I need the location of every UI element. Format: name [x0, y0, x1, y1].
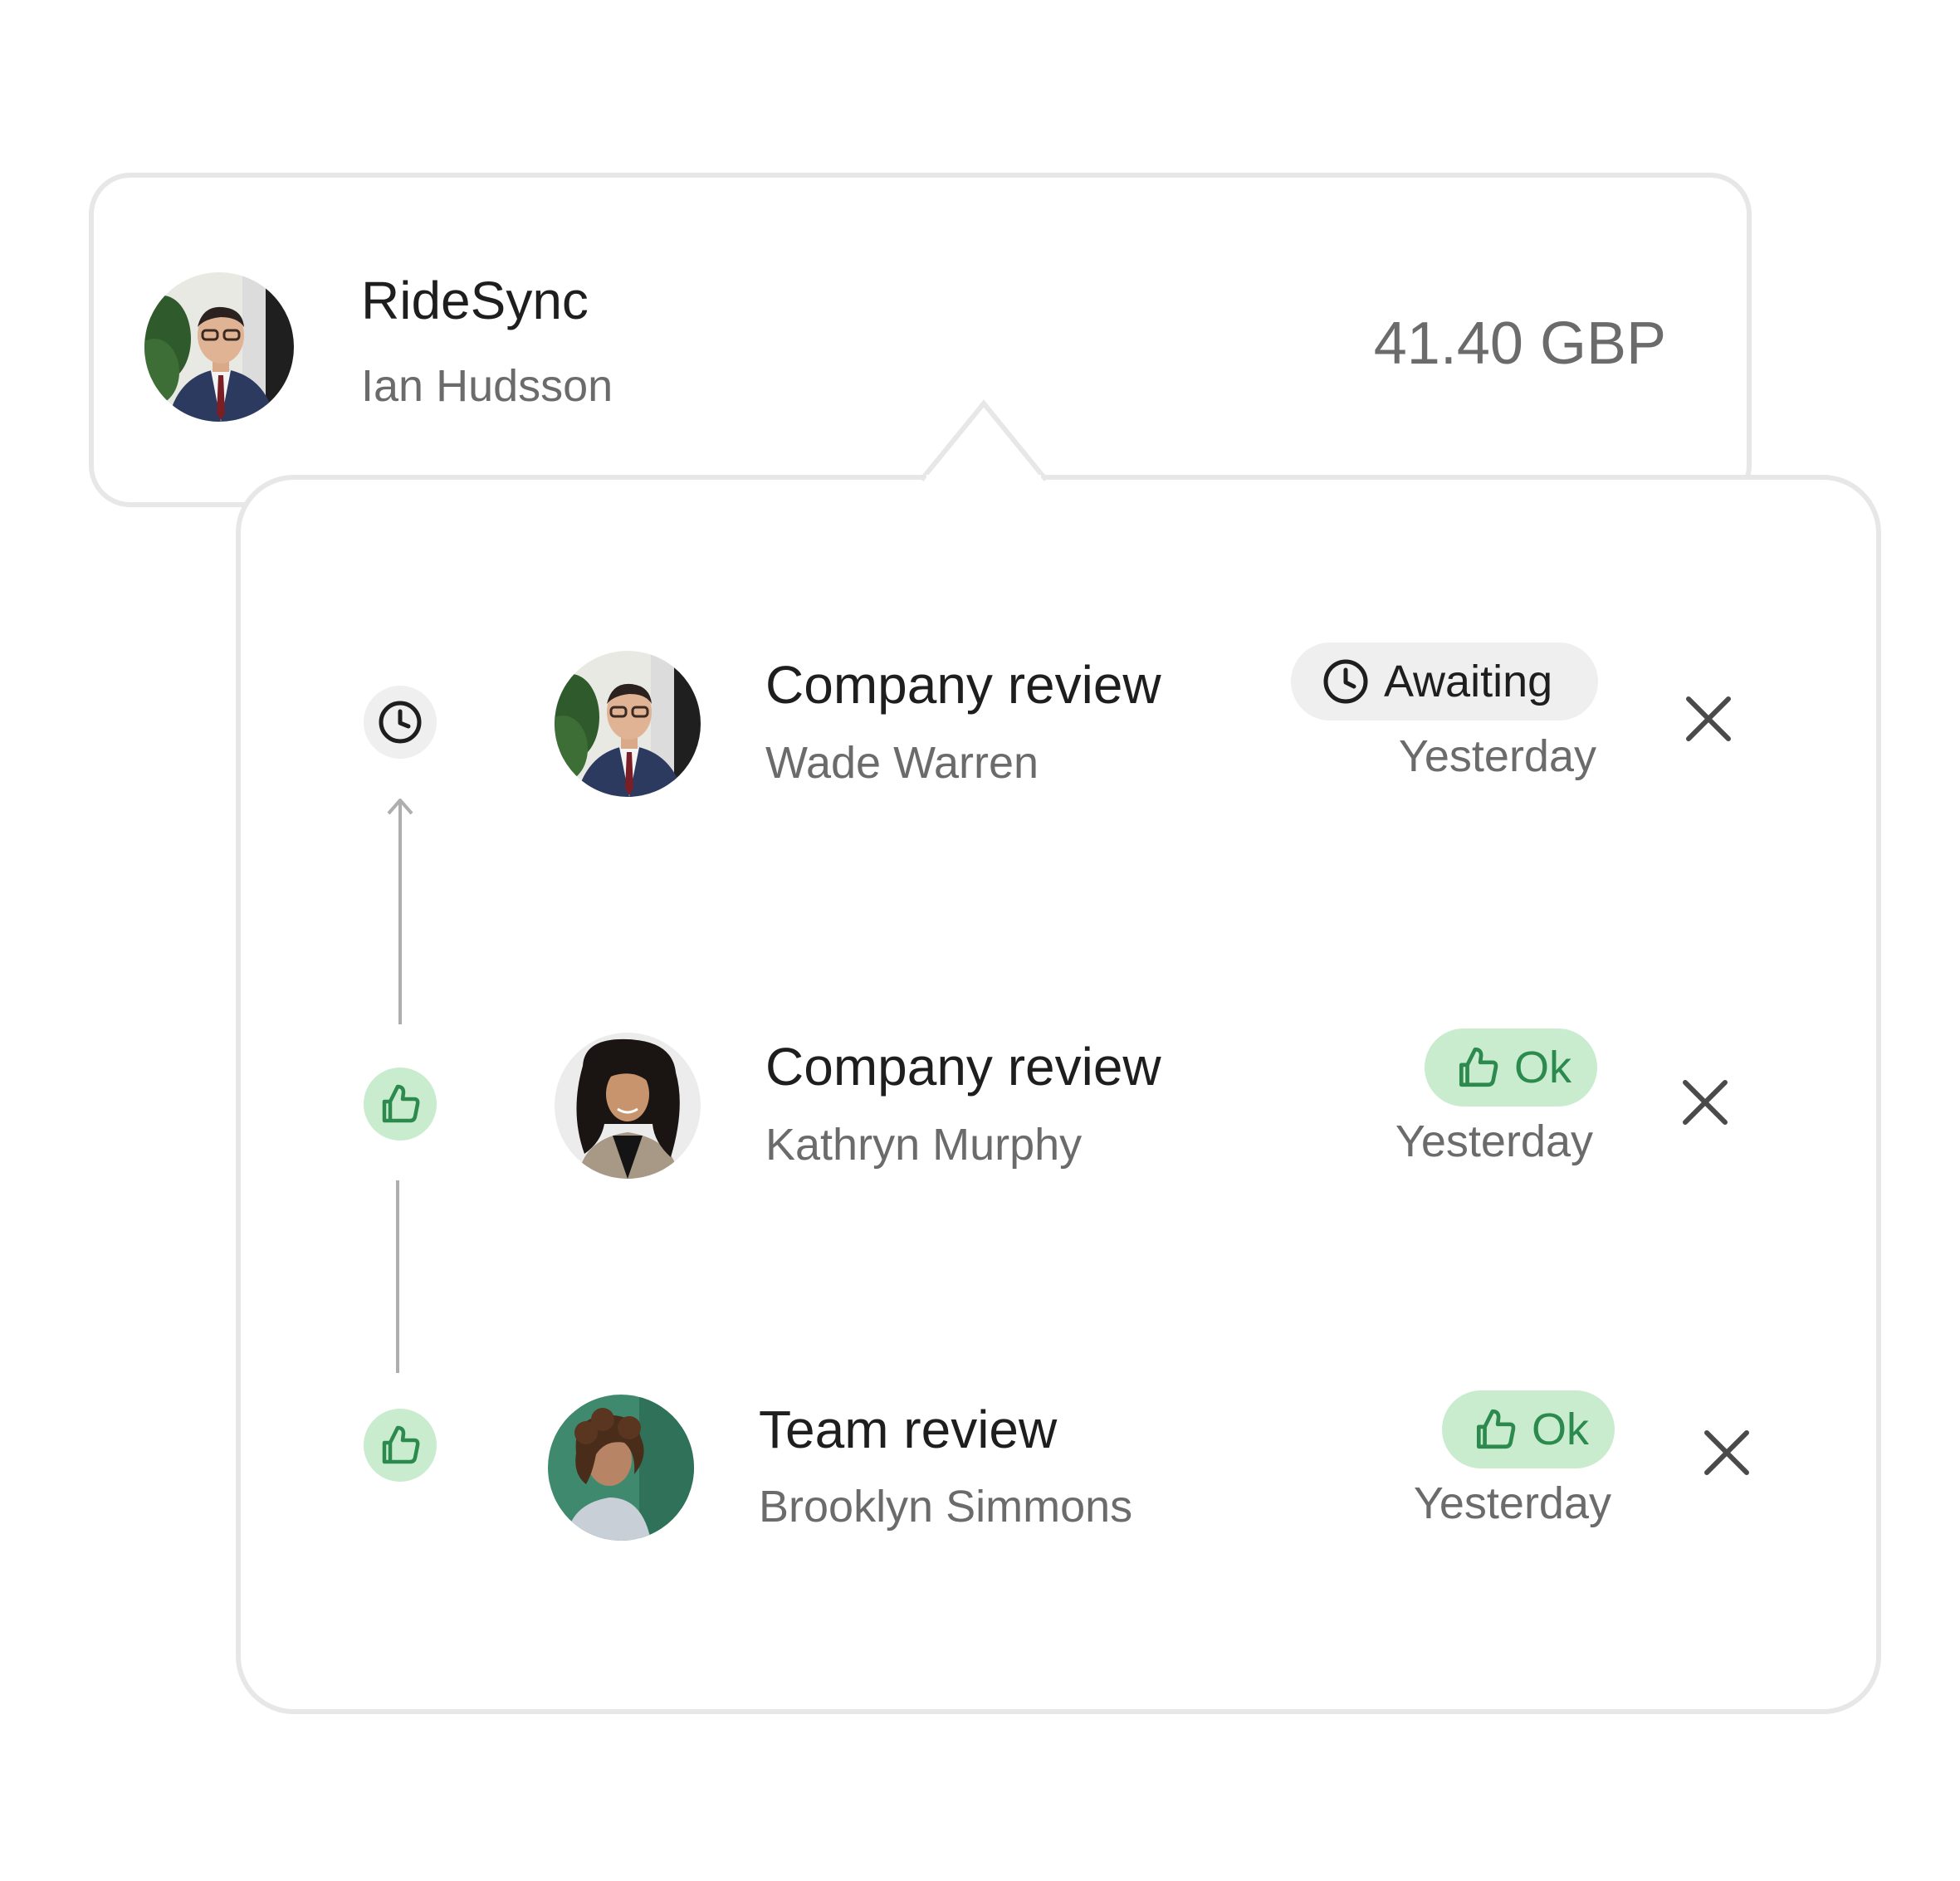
approval-widget: RideSync Ian Hudsson 41.40 GBP Company r… [0, 0, 1960, 1881]
remove-reviewer-button[interactable] [1682, 692, 1735, 745]
close-icon [1686, 696, 1731, 741]
remove-reviewer-button[interactable] [1679, 1076, 1732, 1129]
merchant-name: RideSync [361, 271, 589, 330]
review-title: Company review [765, 1037, 1161, 1097]
popover-pointer [919, 399, 1048, 485]
clock-icon [379, 701, 422, 744]
avatar [548, 1395, 694, 1541]
reviewer-name: Wade Warren [765, 738, 1039, 788]
thumbs-up-icon [382, 1084, 420, 1123]
thumbs-up-icon [382, 1425, 420, 1464]
status-label: Ok [1514, 1043, 1572, 1092]
status-badge: Awaiting [1291, 642, 1598, 721]
avatar [555, 1033, 701, 1179]
review-date: Yesterday [1413, 1478, 1611, 1528]
thumbs-up-icon [1472, 1406, 1518, 1453]
status-label: Ok [1532, 1405, 1590, 1454]
close-icon [1704, 1430, 1749, 1475]
review-date: Yesterday [1398, 731, 1596, 781]
timeline-arrow-up-icon [387, 799, 413, 1024]
timeline-node-approved [364, 1409, 437, 1482]
review-title: Company review [765, 655, 1161, 715]
timeline-node-pending [364, 686, 437, 759]
requester-name: Ian Hudsson [361, 361, 613, 411]
status-badge: Ok [1442, 1390, 1615, 1468]
expense-amount: 41.40 GBP [1373, 310, 1666, 377]
remove-reviewer-button[interactable] [1700, 1426, 1753, 1479]
status-badge: Ok [1425, 1028, 1597, 1107]
avatar [555, 651, 701, 797]
status-label: Awaiting [1384, 657, 1553, 706]
timeline-node-approved [364, 1068, 437, 1141]
close-icon [1683, 1080, 1728, 1125]
review-date: Yesterday [1395, 1116, 1593, 1166]
clock-icon [1321, 657, 1371, 706]
timeline-connector [396, 1180, 399, 1373]
thumbs-up-icon [1454, 1044, 1501, 1091]
reviewer-name: Brooklyn Simmons [759, 1482, 1133, 1532]
review-title: Team review [759, 1400, 1058, 1459]
avatar [144, 272, 294, 422]
reviewer-name: Kathryn Murphy [765, 1120, 1083, 1170]
